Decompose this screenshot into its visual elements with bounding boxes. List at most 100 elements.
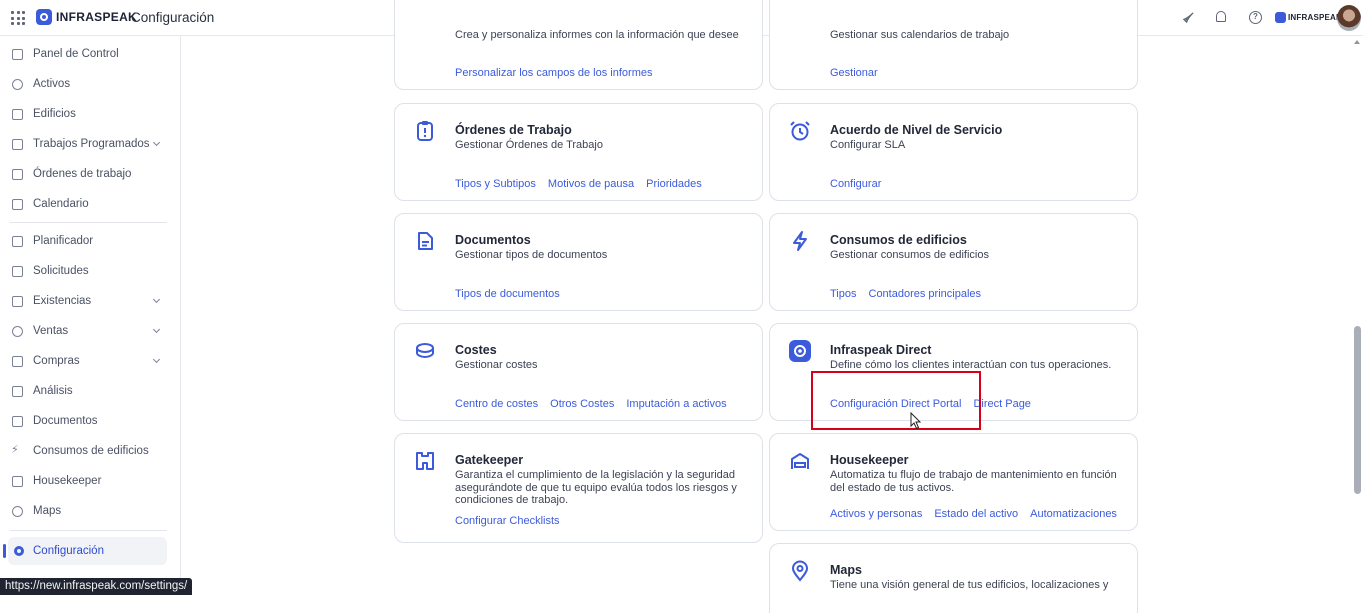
sidebar-item-label: Trabajos Programados	[33, 138, 150, 150]
link-configure-checklists[interactable]: Configurar Checklists	[455, 515, 560, 527]
card-documents: Documentos Gestionar tipos de documentos…	[394, 213, 763, 311]
sidebar-item-label: Compras	[33, 355, 80, 367]
card-links: Activos y personas Estado del activo Aut…	[830, 508, 1117, 520]
card-desc: Configurar SLA	[830, 139, 906, 151]
card-desc: Gestionar sus calendarios de trabajo	[830, 29, 1010, 41]
calendar-check-icon	[12, 139, 23, 150]
sidebar-item-label: Solicitudes	[33, 265, 89, 277]
card-title: Gatekeeper	[455, 453, 524, 467]
page-title: Configuración	[131, 10, 215, 25]
rocket-icon[interactable]	[1182, 11, 1195, 24]
link-asset-status[interactable]: Estado del activo	[934, 508, 1018, 520]
card-links: Tipos de documentos	[455, 288, 560, 300]
brand-logo[interactable]: INFRASPEAK	[36, 9, 137, 25]
link-document-types[interactable]: Tipos de documentos	[455, 288, 560, 300]
sidebar-item-housekeeper[interactable]: Housekeeper	[0, 470, 181, 492]
sidebar-item-ordenes[interactable]: Órdenes de trabajo	[0, 163, 181, 185]
sidebar-item-configuracion[interactable]: Configuración	[8, 537, 167, 565]
card-desc: Garantiza el cumplimiento de la legislac…	[455, 469, 737, 506]
planner-icon	[12, 236, 23, 247]
sidebar-item-maps[interactable]: Maps	[0, 500, 181, 522]
sidebar-item-compras[interactable]: Compras	[0, 350, 181, 372]
chevron-down-icon[interactable]	[152, 138, 161, 147]
sidebar-item-panel[interactable]: Panel de Control	[0, 43, 181, 65]
card-desc: Gestionar Órdenes de Trabajo	[455, 139, 603, 151]
card-desc: Gestionar tipos de documentos	[455, 249, 608, 261]
link-cost-centers[interactable]: Centro de costes	[455, 398, 538, 410]
card-links: Personalizar los campos de los informes	[455, 67, 652, 79]
card-maps: Maps Tiene una visión general de tus edi…	[769, 543, 1138, 613]
document-icon	[12, 416, 23, 427]
tag-icon	[12, 326, 23, 337]
card-housekeeper: Housekeeper Automatiza tu flujo de traba…	[769, 433, 1138, 531]
link-assets-people[interactable]: Activos y personas	[830, 508, 922, 520]
link-manage[interactable]: Gestionar	[830, 67, 878, 79]
card-desc: Gestionar costes	[455, 359, 538, 371]
sidebar-item-calendario[interactable]: Calendario	[0, 193, 181, 215]
sidebar-item-edificios[interactable]: Edificios	[0, 103, 181, 125]
link-automations[interactable]: Automatizaciones	[1030, 508, 1117, 520]
card-title: Infraspeak Direct	[830, 343, 932, 357]
scrollbar-track[interactable]	[1352, 36, 1363, 595]
card-desc: Gestionar consumos de edificios	[830, 249, 989, 261]
dashboard-icon	[12, 49, 23, 60]
stock-icon	[12, 296, 23, 307]
link-types-subtypes[interactable]: Tipos y Subtipos	[455, 178, 536, 190]
sidebar-item-consumos[interactable]: Consumos de edificios	[0, 440, 181, 462]
card-gatekeeper: Gatekeeper Garantiza el cumplimiento de …	[394, 433, 763, 543]
pin-icon	[12, 506, 23, 517]
sidebar-item-documentos[interactable]: Documentos	[0, 410, 181, 432]
scroll-up-icon[interactable]	[1354, 40, 1360, 44]
bell-icon[interactable]	[1216, 11, 1226, 22]
link-configure-sla[interactable]: Configurar	[830, 178, 881, 190]
pin-icon	[789, 560, 811, 582]
sidebar-item-activos[interactable]: Activos	[0, 73, 181, 95]
clipboard-icon	[12, 169, 23, 180]
sidebar-item-trabajos-programados[interactable]: Trabajos Programados	[0, 133, 181, 155]
avatar[interactable]	[1337, 5, 1361, 31]
chevron-down-icon[interactable]	[152, 295, 161, 304]
link-priorities[interactable]: Prioridades	[646, 178, 702, 190]
card-title: Órdenes de Trabajo	[455, 123, 572, 137]
gatekeeper-icon	[414, 450, 436, 472]
alarm-clock-icon	[789, 120, 811, 142]
card-links: Gestionar	[830, 67, 878, 79]
account-brand[interactable]: INFRASPEAK	[1275, 12, 1342, 23]
card-calendars: Gestionar sus calendarios de trabajo Ges…	[769, 0, 1138, 90]
card-desc: Tiene una visión general de tus edificio…	[830, 579, 1109, 591]
card-costs: Costes Gestionar costes Centro de costes…	[394, 323, 763, 421]
sidebar-item-solicitudes[interactable]: Solicitudes	[0, 260, 181, 282]
chevron-down-icon[interactable]	[152, 355, 161, 364]
sidebar-item-analisis[interactable]: Análisis	[0, 380, 181, 402]
chevron-down-icon[interactable]	[152, 325, 161, 334]
chart-icon	[12, 386, 23, 397]
highlight-box	[811, 371, 981, 430]
link-pause-reasons[interactable]: Motivos de pausa	[548, 178, 634, 190]
card-title: Consumos de edificios	[830, 233, 967, 247]
help-icon[interactable]: ?	[1249, 11, 1262, 24]
gear-icon	[14, 546, 24, 556]
card-consumption: Consumos de edificios Gestionar consumos…	[769, 213, 1138, 311]
bolt-icon	[789, 230, 811, 252]
sidebar-item-label: Activos	[33, 78, 71, 90]
card-sla: Acuerdo de Nivel de Servicio Configurar …	[769, 103, 1138, 201]
link-main-meters[interactable]: Contadores principales	[869, 288, 982, 300]
infraspeak-direct-icon	[789, 340, 811, 362]
card-desc: Automatiza tu flujo de trabajo de manten…	[830, 469, 1117, 494]
sidebar-item-label: Órdenes de trabajo	[33, 168, 132, 180]
nav-divider	[10, 530, 167, 531]
link-customize-report-fields[interactable]: Personalizar los campos de los informes	[455, 67, 652, 79]
scrollbar-thumb[interactable]	[1354, 326, 1361, 494]
sidebar-item-existencias[interactable]: Existencias	[0, 290, 181, 312]
apps-grid-icon[interactable]	[11, 11, 25, 25]
link-types[interactable]: Tipos	[830, 288, 857, 300]
sidebar-item-label: Documentos	[33, 415, 98, 427]
card-links: Centro de costes Otros Costes Imputación…	[455, 398, 727, 410]
link-direct-page[interactable]: Direct Page	[973, 398, 1030, 410]
card-desc: Define cómo los clientes interactúan con…	[830, 359, 1112, 371]
link-asset-allocation[interactable]: Imputación a activos	[626, 398, 726, 410]
link-other-costs[interactable]: Otros Costes	[550, 398, 614, 410]
sidebar-item-ventas[interactable]: Ventas	[0, 320, 181, 342]
card-work-orders: Órdenes de Trabajo Gestionar Órdenes de …	[394, 103, 763, 201]
sidebar-item-planificador[interactable]: Planificador	[0, 230, 181, 252]
